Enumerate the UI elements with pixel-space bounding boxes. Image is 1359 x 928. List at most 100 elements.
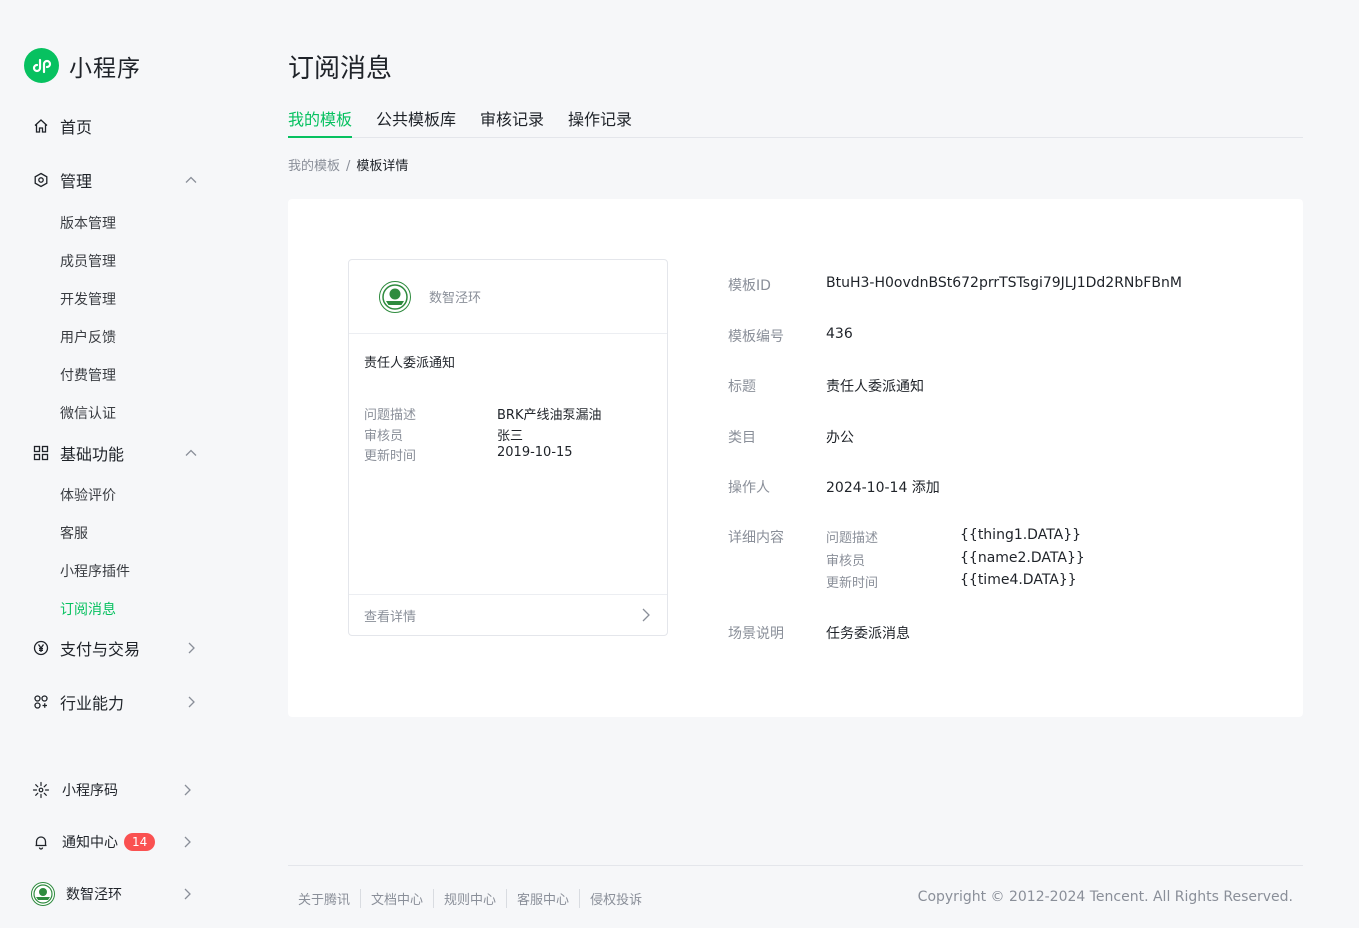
sidebar-item-plugins[interactable]: 小程序插件	[0, 555, 240, 585]
notification-count-badge: 14	[124, 833, 156, 851]
card-field-value: 2019-10-15	[497, 445, 573, 460]
card-field-key: 更新时间	[364, 449, 417, 464]
miniprogram-code-icon	[32, 781, 50, 799]
message-preview-card: 数智泾环 责任人委派通知 问题描述 BRK产线油泵漏油 审核员 张三 更新时间 …	[348, 259, 668, 636]
footer-link-rules[interactable]: 规则中心	[433, 889, 506, 908]
card-field-key: 审核员	[364, 429, 404, 444]
sidebar-group-basic[interactable]: 基础功能	[0, 433, 240, 473]
detail-key: 标题	[728, 379, 756, 395]
chevron-up-icon	[184, 173, 198, 187]
sidebar-item-experience-rating[interactable]: 体验评价	[0, 479, 240, 509]
detail-key: 类目	[728, 430, 756, 446]
grid-apps-icon	[32, 444, 50, 462]
bell-icon	[32, 833, 50, 851]
page-footer: 关于腾讯 文档中心 规则中心 客服中心 侵权投诉 Copyright © 201…	[288, 865, 1303, 928]
sidebar-item-qrcode[interactable]: 小程序码	[0, 770, 240, 810]
sidebar-item-notifications[interactable]: 通知中心 14	[0, 822, 240, 862]
yuan-coin-icon	[32, 639, 50, 657]
app-logo[interactable]: 小程序	[24, 48, 141, 83]
chevron-right-icon	[184, 695, 198, 709]
sidebar-item-label: 小程序码	[62, 783, 118, 799]
detail-key: 模板编号	[728, 329, 784, 345]
sidebar-item-version[interactable]: 版本管理	[0, 207, 240, 237]
sidebar-item-members[interactable]: 成员管理	[0, 245, 240, 275]
page-title: 订阅消息	[288, 54, 393, 84]
chevron-right-icon	[180, 783, 194, 797]
sidebar-item-subscribe-messages[interactable]: 订阅消息	[0, 593, 240, 623]
breadcrumb: 我的模板 / 模板详情	[288, 155, 408, 174]
app-name: 小程序	[69, 55, 141, 82]
detail-value: 2024-10-14 添加	[826, 480, 940, 496]
sidebar-item-home[interactable]: 首页	[0, 106, 240, 146]
content-field-value: {{name2.DATA}}	[960, 550, 1085, 566]
tab-public-library[interactable]: 公共模板库	[376, 108, 456, 138]
sidebar-item-label: 版本管理	[60, 216, 116, 232]
sidebar-item-feedback[interactable]: 用户反馈	[0, 321, 240, 351]
content-field-value: {{thing1.DATA}}	[960, 527, 1082, 543]
card-account-name: 数智泾环	[429, 291, 482, 306]
home-icon	[32, 117, 50, 135]
chevron-right-icon	[180, 887, 194, 901]
miniprogram-logo-icon	[24, 48, 59, 83]
account-avatar-icon	[379, 280, 411, 313]
sidebar-item-label: 数智泾环	[66, 887, 122, 903]
copyright: Copyright © 2012-2024 Tencent. All Right…	[917, 889, 1293, 905]
sidebar-item-customer-service[interactable]: 客服	[0, 517, 240, 547]
chevron-right-icon	[180, 835, 194, 849]
footer-link-support[interactable]: 客服中心	[506, 889, 579, 908]
settings-hexagon-icon	[32, 171, 50, 189]
tab-my-templates[interactable]: 我的模板	[288, 108, 353, 138]
sidebar-item-label: 开发管理	[60, 292, 116, 308]
sidebar-item-label: 客服	[60, 526, 88, 542]
detail-key: 操作人	[728, 480, 770, 496]
card-field-value: BRK产线油泵漏油	[497, 408, 602, 423]
breadcrumb-current: 模板详情	[356, 159, 409, 174]
card-title: 责任人委派通知	[364, 356, 456, 371]
footer-links: 关于腾讯 文档中心 规则中心 客服中心 侵权投诉	[298, 889, 652, 908]
chevron-right-icon	[642, 608, 650, 622]
notifications-label-wrap: 通知中心 14	[62, 832, 156, 852]
sidebar-item-label: 成员管理	[60, 254, 116, 270]
detail-value: 436	[826, 326, 853, 342]
card-field-key: 问题描述	[364, 408, 417, 423]
footer-link-about[interactable]: 关于腾讯	[298, 889, 360, 908]
breadcrumb-parent[interactable]: 我的模板	[288, 159, 340, 174]
sidebar-item-label: 通知中心	[62, 835, 118, 851]
chevron-right-icon	[184, 641, 198, 655]
tab-review-records[interactable]: 审核记录	[480, 108, 544, 138]
card-header: 数智泾环	[349, 260, 667, 334]
sidebar-item-label: 付费管理	[60, 368, 116, 384]
detail-value: BtuH3-H0ovdnBSt672prrTSTsgi79JLJ1Dd2RNbF…	[826, 275, 1182, 291]
card-field-value: 张三	[497, 429, 524, 444]
footer-link-complaint[interactable]: 侵权投诉	[579, 889, 652, 908]
sidebar-item-account[interactable]: 数智泾环	[0, 874, 240, 914]
account-avatar-icon	[31, 882, 55, 906]
sidebar-item-label: 行业能力	[60, 694, 125, 713]
content-field-key: 审核员	[826, 554, 866, 569]
sidebar-group-label: 管理	[60, 172, 93, 191]
detail-value: 办公	[826, 430, 854, 446]
sidebar-item-label: 小程序插件	[60, 564, 130, 580]
content-field-key: 更新时间	[826, 576, 879, 591]
tab-bar: 我的模板 公共模板库 审核记录 操作记录	[288, 108, 1303, 138]
detail-value: 责任人委派通知	[826, 379, 924, 395]
detail-key: 场景说明	[728, 626, 784, 642]
sidebar-group-manage[interactable]: 管理	[0, 160, 240, 200]
view-details-label: 查看详情	[364, 610, 417, 625]
sidebar-item-label: 用户反馈	[60, 330, 116, 346]
sidebar-item-develop[interactable]: 开发管理	[0, 283, 240, 313]
sidebar-item-payment[interactable]: 支付与交易	[0, 628, 240, 668]
sidebar-item-certification[interactable]: 微信认证	[0, 397, 240, 427]
view-details-link[interactable]: 查看详情	[349, 594, 667, 635]
sidebar-item-industry[interactable]: 行业能力	[0, 682, 240, 722]
sidebar-item-label: 首页	[60, 118, 93, 137]
sidebar-item-label: 体验评价	[60, 488, 116, 504]
chevron-up-icon	[184, 446, 198, 460]
sidebar-item-billing[interactable]: 付费管理	[0, 359, 240, 389]
footer-link-docs[interactable]: 文档中心	[360, 889, 433, 908]
detail-key: 详细内容	[728, 530, 784, 546]
tab-operation-records[interactable]: 操作记录	[568, 108, 632, 138]
sidebar: 小程序 首页 管理 版本管理 成员管理 开发管理 用户反馈 付费管理 微信认证 …	[0, 0, 240, 928]
content-field-value: {{time4.DATA}}	[960, 572, 1077, 588]
template-detail-panel: 数智泾环 责任人委派通知 问题描述 BRK产线油泵漏油 审核员 张三 更新时间 …	[288, 199, 1303, 717]
